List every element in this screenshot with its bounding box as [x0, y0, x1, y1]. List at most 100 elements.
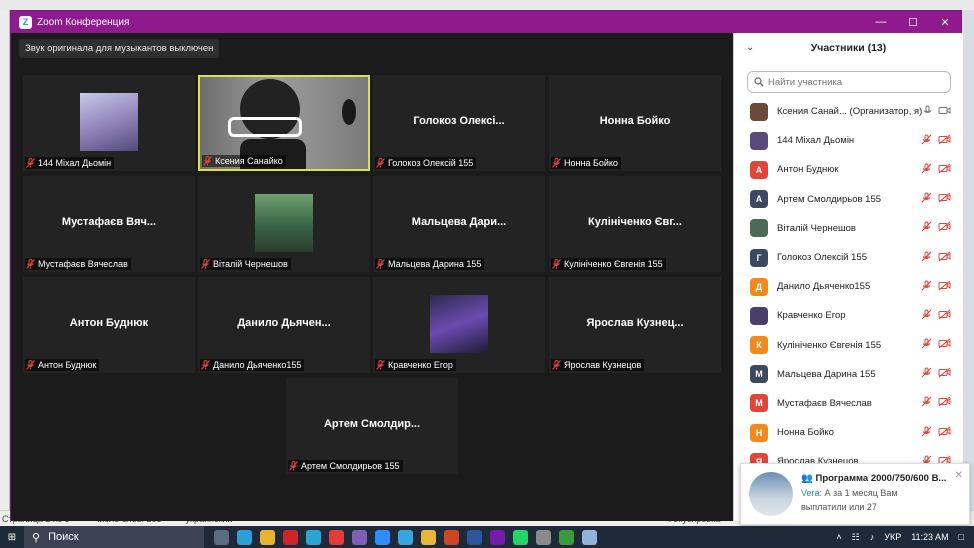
chrome-icon[interactable] — [260, 529, 275, 545]
video-tile[interactable]: Ксения Санайко — [198, 75, 370, 171]
profile-picture — [80, 93, 138, 151]
video-tile[interactable]: Мальцева Дари... Мальцева Дарина 155 — [373, 176, 545, 272]
video-tile[interactable]: Ярослав Кузнец... Ярослав Кузнецов — [549, 277, 721, 373]
tile-name-label: Віталій Чернешов — [200, 258, 291, 270]
participant-name: Данило Дьяченко155 — [213, 360, 302, 370]
app-icon[interactable] — [306, 529, 321, 545]
video-off-icon — [938, 309, 951, 323]
video-off-icon — [938, 251, 951, 265]
video-tile[interactable]: Мустафаєв Вяч... Мустафаєв Вячеслав — [23, 176, 195, 272]
participant-row[interactable]: Кравченко Егор — [734, 301, 963, 330]
participant-name: Артем Смолдирьов 155 — [301, 461, 400, 471]
video-tile[interactable]: 144 Міхал Дьомін — [23, 75, 195, 171]
network-icon[interactable]: ☷ — [852, 532, 860, 543]
zoom-window: Z Zoom Конференция — ☐ ✕ Звук оригинала … — [10, 10, 963, 521]
muted-mic-icon — [376, 158, 385, 168]
viber-icon[interactable] — [352, 529, 367, 545]
participant-name: Мальцева Дарина 155 — [388, 259, 482, 269]
participant-name: Віталій Чернешов — [777, 222, 856, 234]
participant-status-icons — [923, 105, 951, 119]
muted-mic-icon — [203, 156, 212, 166]
search-input[interactable] — [768, 76, 938, 88]
avatar — [750, 306, 768, 325]
participant-status-icons — [921, 192, 951, 206]
tile-name-label: Данило Дьяченко155 — [200, 359, 305, 371]
participants-panel: ⌄ Участники (13) Ксения Санай... (Органи… — [733, 33, 963, 521]
participant-status-icons — [921, 338, 951, 352]
keyboard-language[interactable]: УКР — [884, 532, 901, 542]
telegram-icon[interactable] — [398, 529, 413, 545]
chat-notification[interactable]: 👥 Программа 2000/750/600 В... Vera: А за… — [740, 463, 970, 525]
participant-row[interactable]: Д Данило Дьяченко155 — [734, 272, 963, 301]
muted-mic-icon — [921, 426, 932, 440]
participant-row[interactable]: 144 Міхал Дьомін — [734, 126, 963, 155]
opera-icon[interactable] — [283, 529, 298, 545]
video-tile[interactable]: Голокоз Олексі... Голокоз Олексій 155 — [373, 75, 545, 171]
participant-row[interactable]: К Кулініченко Євгенія 155 — [734, 331, 963, 360]
maximize-icon[interactable]: ☐ — [897, 16, 929, 29]
zoom-titlebar: Z Zoom Конференция — ☐ ✕ — [11, 11, 961, 33]
participant-name: Мальцева Дарина 155 — [777, 368, 876, 380]
word-icon[interactable] — [467, 529, 482, 545]
participant-name: 144 Міхал Дьомін — [777, 135, 855, 147]
video-tile[interactable]: Данило Дьячен... Данило Дьяченко155 — [198, 277, 370, 373]
video-tile[interactable]: Артем Смолдир... Артем Смолдирьов 155 — [286, 378, 458, 474]
taskbar-search[interactable]: ⚲ Поиск — [24, 526, 204, 548]
participant-search[interactable] — [747, 71, 951, 93]
muted-mic-icon — [552, 360, 561, 370]
task-view-icon[interactable] — [214, 529, 229, 545]
mic-icon — [923, 105, 932, 119]
avatar — [750, 102, 768, 121]
windows-start-icon[interactable]: ⊞ — [0, 532, 24, 543]
tile-display-name: Голокоз Олексі... — [413, 115, 505, 127]
participant-row[interactable]: А Антон Буднюк — [734, 155, 963, 184]
participant-row[interactable]: Віталій Чернешов — [734, 214, 963, 243]
video-off-icon — [938, 221, 951, 235]
participant-name: Ксения Санайко — [215, 156, 283, 166]
muted-mic-icon — [921, 280, 932, 294]
muted-mic-icon — [376, 360, 385, 370]
chevron-down-icon[interactable]: ⌄ — [746, 42, 754, 53]
participant-row[interactable]: Г Голокоз Олексій 155 — [734, 243, 963, 272]
tile-display-name: Ярослав Кузнец... — [586, 317, 684, 329]
video-tile[interactable]: Антон Буднюк Антон Буднюк — [23, 277, 195, 373]
whatsapp-icon[interactable] — [513, 529, 528, 545]
video-tile[interactable]: Кравченко Егор — [373, 277, 545, 373]
notifications-icon[interactable]: □ — [959, 532, 964, 542]
explorer-icon[interactable] — [421, 529, 436, 545]
tile-display-name: Антон Буднюк — [69, 317, 149, 329]
participant-row[interactable]: А Артем Смолдирьов 155 — [734, 185, 963, 214]
media-icon[interactable] — [559, 529, 574, 545]
close-icon[interactable]: ✕ — [955, 470, 963, 481]
close-icon[interactable]: ✕ — [929, 16, 961, 29]
background-document-edge — [0, 10, 10, 515]
volume-icon[interactable]: ♪ — [870, 532, 875, 542]
participant-row[interactable]: М Мустафаєв Вячеслав — [734, 389, 963, 418]
notification-message: Vera: А за 1 месяц Вам — [801, 488, 898, 498]
participant-row[interactable]: Н Нонна Бойко — [734, 418, 963, 447]
avatar: Д — [750, 277, 768, 296]
zoom-taskbar-icon[interactable] — [375, 529, 390, 545]
tile-name-label: Нонна Бойко — [551, 157, 621, 169]
video-tile[interactable]: Віталій Чернешов — [198, 176, 370, 272]
avatar — [750, 131, 768, 150]
video-tile[interactable]: Нонна Бойко Нонна Бойко — [549, 75, 721, 171]
participant-row[interactable]: М Мальцева Дарина 155 — [734, 360, 963, 389]
powerpoint-icon[interactable] — [444, 529, 459, 545]
clock[interactable]: 11:23 AM — [911, 532, 948, 542]
chevron-up-icon[interactable]: ˄ — [836, 532, 841, 542]
participant-name: Мустафаєв Вячеслав — [777, 397, 872, 409]
edge-icon[interactable] — [237, 529, 252, 545]
video-tile[interactable]: Кулініченко Євг... Кулініченко Євгенія 15… — [549, 176, 721, 272]
video-off-icon — [938, 396, 951, 410]
tile-name-label: Ярослав Кузнецов — [551, 359, 645, 371]
onenote-icon[interactable] — [490, 529, 505, 545]
app-icon[interactable] — [536, 529, 551, 545]
video-off-icon — [938, 134, 951, 148]
yandex-icon[interactable] — [329, 529, 344, 545]
minimize-icon[interactable]: — — [865, 16, 897, 28]
video-off-icon — [938, 338, 951, 352]
notepad-icon[interactable] — [582, 529, 597, 545]
muted-mic-icon — [921, 251, 932, 265]
participant-row[interactable]: Ксения Санай... (Организатор, я) — [734, 97, 963, 126]
